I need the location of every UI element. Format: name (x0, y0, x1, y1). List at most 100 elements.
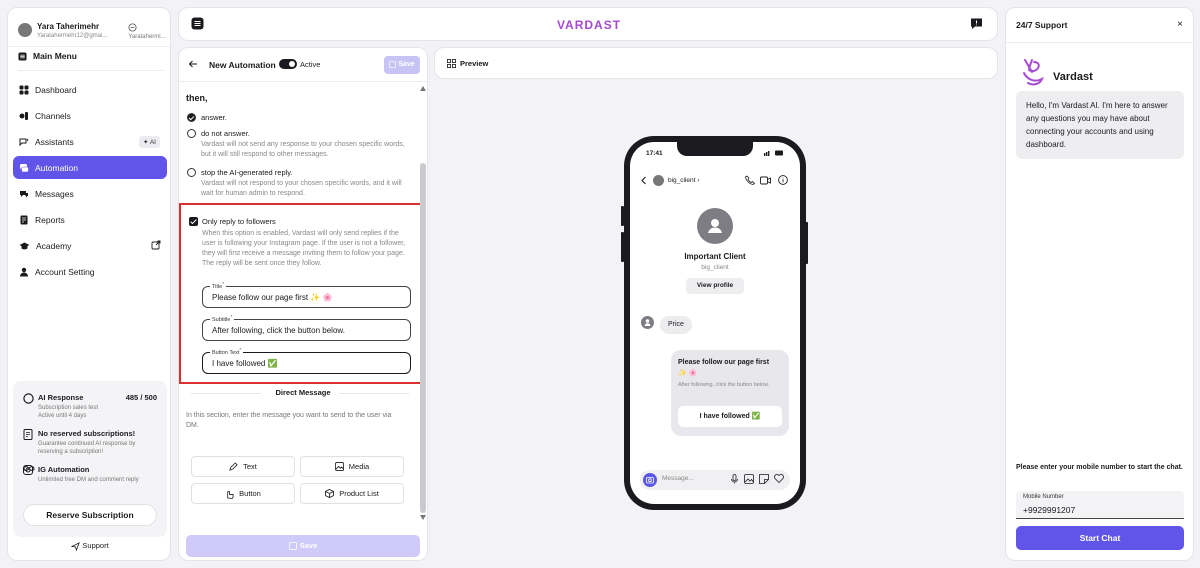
user-name: Yara Taherimehr (37, 22, 100, 31)
mobile-number-field[interactable]: Mobile Number +9929991207 (1016, 491, 1184, 519)
title-field-label: Title* (210, 281, 226, 290)
no-reserved-desc: Guarantee continued AI response by reser… (38, 441, 136, 455)
sidebar-item-reports[interactable]: Reports (13, 208, 167, 231)
automation-editor: New Automation Active Save then, answer.… (178, 47, 428, 561)
sidebar-item-automation[interactable]: Automation (13, 156, 167, 179)
card-follow-button[interactable]: I have followed ✅ (678, 406, 782, 427)
phone-mockup: 17:41 big_client › Important Client big_… (624, 136, 806, 510)
messages-icon (19, 189, 29, 199)
status-icons (764, 150, 784, 157)
sidebar-item-label: Automation (35, 162, 78, 173)
close-icon[interactable]: × (1177, 19, 1183, 30)
reserve-subscription-button[interactable]: Reserve Subscription (23, 504, 157, 526)
ig-automation-row: IG Automation Unlimited free DM and comm… (23, 465, 161, 484)
mic-icon[interactable] (730, 474, 739, 484)
sidebar-item-label: Reports (35, 214, 65, 225)
image-icon (334, 462, 344, 471)
option-do-not-answer[interactable]: do not answer. Vardast will not send any… (187, 129, 412, 160)
editor-scroll-area[interactable]: then, answer. do not answer. Vardast wil… (179, 83, 427, 523)
option-desc: Vardast will not respond to your chosen … (201, 180, 402, 197)
heart-icon[interactable] (774, 474, 784, 484)
divider (339, 393, 409, 394)
user-profile[interactable]: Yara Taherimehr Yaratahermehr12@gmai... … (18, 19, 166, 47)
button-text-field[interactable]: Button Text* I have followed ✅ (202, 347, 411, 374)
pointer-icon (225, 489, 234, 499)
sidebar-item-academy[interactable]: Academy (13, 234, 167, 257)
followers-desc: When this option is enabled, Vardast wil… (202, 230, 406, 267)
profile-avatar (697, 208, 733, 244)
option-label: stop the AI-generated reply. (201, 168, 293, 177)
support-link[interactable]: Support (8, 541, 172, 551)
add-media-button[interactable]: Media (300, 456, 404, 477)
followers-checkbox[interactable] (189, 217, 198, 226)
start-chat-button[interactable]: Start Chat (1016, 526, 1184, 550)
status-time: 17:41 (646, 150, 663, 157)
scroll-down-icon[interactable] (420, 515, 426, 520)
add-text-button[interactable]: Text (191, 456, 295, 477)
support-title: 24/7 Support (1016, 20, 1068, 30)
chat-icon[interactable] (970, 17, 983, 30)
divider (8, 46, 172, 47)
subtitle-field-label: Subtitle* (210, 314, 235, 323)
sidebar-item-label: Academy (36, 240, 72, 251)
chat-header: big_client › (640, 174, 790, 188)
sidebar-item-channels[interactable]: Channels (13, 104, 167, 127)
option-desc: Vardast will not send any response to yo… (201, 141, 405, 158)
ai-response-row: AI Response 485 / 500 Subscription sales… (23, 393, 161, 420)
phone-call-icon[interactable] (745, 175, 755, 185)
account-switcher[interactable]: Yaratahermi... (128, 23, 166, 40)
sidebar-item-assistants[interactable]: Assistants ✦ AI (13, 130, 167, 153)
signal-icon (764, 150, 784, 156)
avatar (653, 175, 664, 186)
add-button-button[interactable]: Button (191, 483, 295, 504)
ai-response-count: 485 / 500 (125, 393, 157, 402)
sidebar-item-messages[interactable]: Messages (13, 182, 167, 205)
save-bottom-button[interactable]: Save (186, 535, 420, 557)
add-button-label: Button (239, 489, 261, 498)
add-text-label: Text (243, 462, 257, 471)
active-toggle[interactable] (279, 59, 297, 69)
support-panel: 24/7 Support × Vardast Hello, I'm Vardas… (1005, 7, 1195, 561)
view-profile-button[interactable]: View profile (686, 278, 744, 294)
message-composer[interactable]: Message... (640, 470, 790, 490)
sticker-icon[interactable] (759, 474, 769, 484)
followers-label: Only reply to followers (202, 217, 276, 226)
scrollbar-thumb[interactable] (420, 163, 426, 513)
save-button[interactable]: Save (384, 56, 420, 74)
option-stop-ai[interactable]: stop the AI-generated reply. Vardast wil… (187, 168, 412, 199)
subtitle-field[interactable]: Subtitle* After following, click the but… (202, 314, 411, 341)
send-icon (71, 541, 81, 551)
chevron-left-icon[interactable] (640, 176, 648, 185)
preview-header: Preview (434, 47, 998, 79)
ig-automation-desc: Unlimited free DM and comment reply (38, 477, 139, 483)
infinity-icon (23, 465, 157, 472)
title-field[interactable]: Title* Please follow our page first ✨ 🌸 (202, 281, 411, 308)
external-link-icon[interactable] (151, 240, 161, 250)
gallery-icon[interactable] (744, 474, 754, 484)
option-label: do not answer. (201, 129, 250, 138)
add-media-label: Media (348, 462, 370, 471)
option-answer[interactable]: answer. (187, 113, 412, 122)
option-label: answer. (201, 113, 227, 122)
support-greeting: Hello, I'm Vardast AI. I'm here to answe… (1016, 91, 1184, 159)
save-icon (288, 542, 297, 550)
sidebar-item-account-setting[interactable]: Account Setting (13, 260, 167, 283)
scrollbar[interactable] (419, 83, 427, 523)
divider (18, 70, 164, 71)
chat-handle[interactable]: big_client › (668, 177, 699, 184)
video-icon[interactable] (760, 176, 771, 185)
phone-side-button (805, 222, 808, 264)
radio-answer[interactable] (187, 113, 196, 122)
sidebar-item-dashboard[interactable]: Dashboard (13, 78, 167, 101)
user-email: Yaratahermehr12@gmai... (37, 33, 108, 39)
scroll-up-icon[interactable] (420, 86, 426, 91)
info-icon[interactable] (778, 175, 788, 185)
profile-handle: big_client (701, 264, 729, 271)
camera-icon[interactable] (643, 473, 657, 487)
account-switch-icon (128, 23, 166, 32)
radio-stop-ai[interactable] (187, 168, 196, 177)
main-menu-icon (18, 51, 27, 61)
radio-do-not-answer[interactable] (187, 129, 196, 138)
add-product-list-button[interactable]: Product List (300, 483, 404, 504)
back-arrow-icon[interactable] (188, 59, 198, 69)
